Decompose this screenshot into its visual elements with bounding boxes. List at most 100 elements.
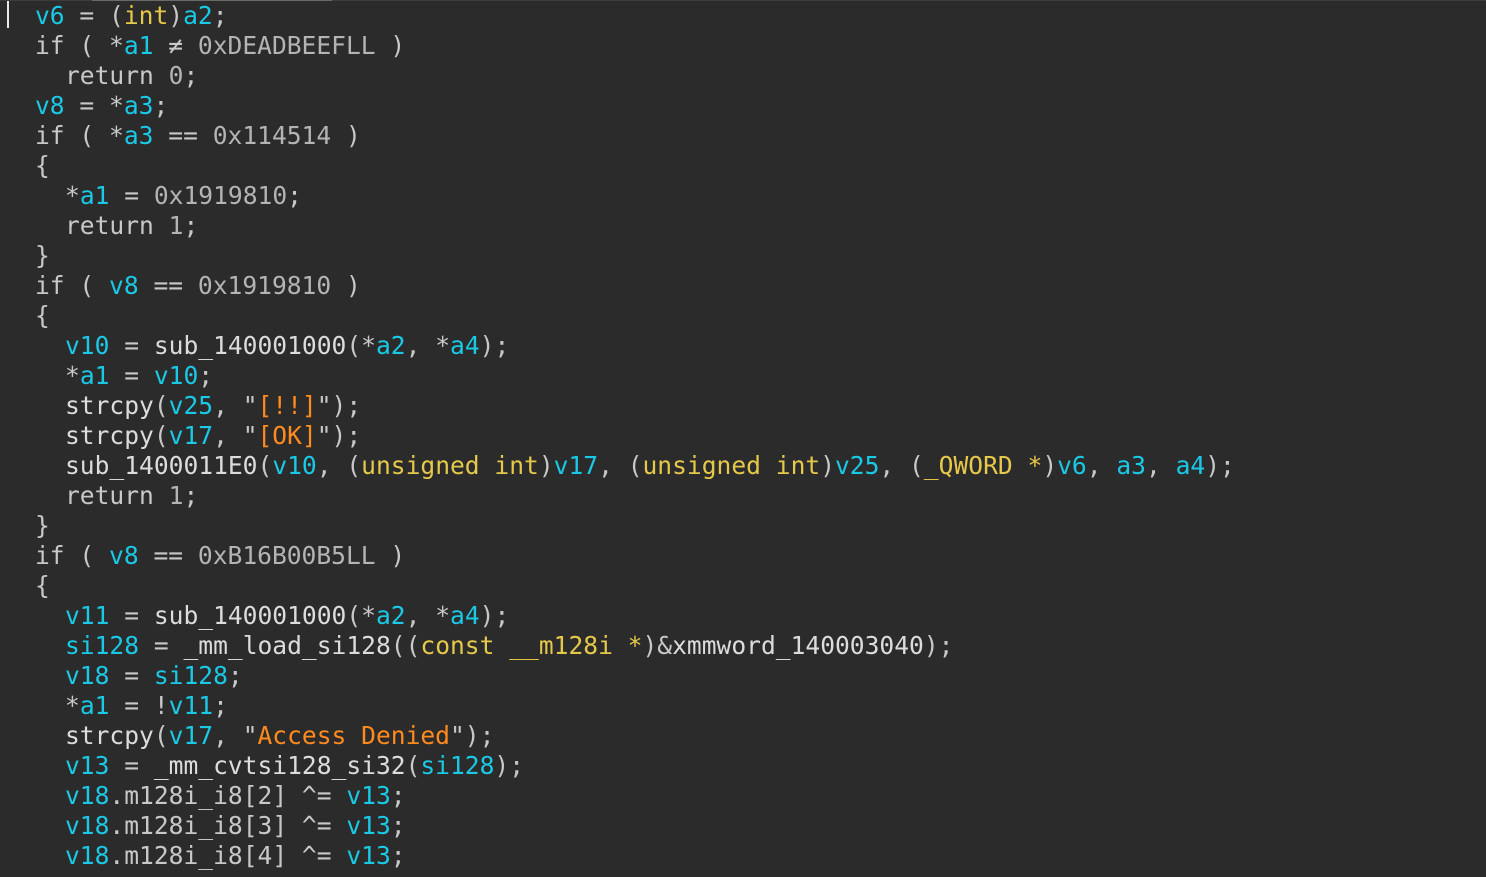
identifier-variable: a1 (123, 31, 154, 60)
code-line[interactable]: if ( *a1 ≠ 0xDEADBEEFLL ) (0, 31, 1235, 61)
punctuation: ( (153, 721, 169, 750)
identifier-function: sub_1400011E0 (65, 451, 258, 480)
punctuation: ; (212, 1, 228, 30)
identifier-variable: v18 (65, 841, 110, 870)
code-line[interactable]: v13 = _mm_cvtsi128_si32(si128); (0, 751, 1235, 781)
punctuation: = (109, 751, 154, 780)
code-line[interactable]: v18.m128i_i8[3] ^= v13; (0, 811, 1235, 841)
code-line[interactable]: *a1 = !v11; (0, 691, 1235, 721)
code-line[interactable]: if ( v8 == 0xB16B00B5LL ) (0, 541, 1235, 571)
punctuation: ) (820, 451, 835, 480)
punctuation: ; (183, 211, 199, 240)
code-line[interactable]: v6 = (int)a2; (0, 1, 1235, 31)
code-line[interactable]: si128 = _mm_load_si128((const __m128i *)… (0, 631, 1235, 661)
pseudocode-editor[interactable]: v6 = (int)a2; if ( *a1 ≠ 0xDEADBEEFLL ) re… (0, 0, 1486, 877)
punctuation: * (65, 181, 80, 210)
identifier-variable: v11 (65, 601, 110, 630)
punctuation: , * (405, 601, 451, 630)
punctuation: ( (153, 421, 169, 450)
keyword: if (35, 541, 65, 570)
identifier-variable: v18 (65, 661, 110, 690)
identifier-variable: v17 (168, 721, 214, 750)
string-literal: [!!] (257, 391, 317, 420)
identifier-function: strcpy (65, 721, 154, 750)
punctuation: ( (64, 271, 110, 300)
code-line[interactable]: v18.m128i_i8[4] ^= v13; (0, 841, 1235, 871)
identifier-function: strcpy (65, 391, 154, 420)
code-view[interactable]: v6 = (int)a2; if ( *a1 ≠ 0xDEADBEEFLL ) re… (0, 1, 1235, 871)
punctuation: ; (390, 781, 406, 810)
code-line[interactable]: v10 = sub_140001000(*a2, *a4); (0, 331, 1235, 361)
type-name: _QWORD * (923, 451, 1043, 480)
punctuation: [2] ^= (242, 781, 347, 810)
punctuation: , " (213, 391, 258, 420)
code-line[interactable]: strcpy(v25, "[!!]"); (0, 391, 1235, 421)
punctuation: ; (287, 181, 302, 210)
code-line[interactable]: return 0; (0, 61, 1235, 91)
identifier-variable: v13 (346, 781, 391, 810)
code-line[interactable]: strcpy(v17, "[OK]"); (0, 421, 1235, 451)
code-line[interactable]: v8 = *a3; (0, 91, 1235, 121)
punctuation: = ! (109, 691, 169, 720)
identifier-variable: a2 (183, 1, 213, 30)
number-literal: 0x1919810 (197, 271, 332, 300)
keyword: return (65, 211, 154, 240)
punctuation: ; (153, 91, 169, 120)
punctuation: ; (183, 61, 199, 90)
code-line[interactable]: } (0, 241, 1235, 271)
punctuation: ) (331, 271, 361, 300)
code-line[interactable]: v11 = sub_140001000(*a2, *a4); (0, 601, 1235, 631)
number-literal: 0 (168, 61, 184, 90)
punctuation: , ( (879, 451, 924, 480)
code-line[interactable]: v18.m128i_i8[2] ^= v13; (0, 781, 1235, 811)
code-line[interactable]: sub_1400011E0(v10, (unsigned int)v17, (u… (0, 451, 1235, 481)
code-line[interactable]: { (0, 571, 1235, 601)
code-line[interactable]: return 1; (0, 481, 1235, 511)
number-literal: 1 (168, 211, 184, 240)
number-literal: 0x1919810 (153, 181, 288, 210)
identifier-variable: a4 (1175, 451, 1206, 480)
punctuation: )& (642, 631, 673, 660)
code-line[interactable]: if ( v8 == 0x1919810 ) (0, 271, 1235, 301)
punctuation: (* (346, 601, 376, 630)
punctuation: . (109, 781, 125, 810)
punctuation: ; (390, 811, 406, 840)
punctuation: . (109, 811, 125, 840)
code-line[interactable]: { (0, 151, 1235, 181)
code-line[interactable]: return 1; (0, 211, 1235, 241)
code-line[interactable]: v18 = si128; (0, 661, 1235, 691)
punctuation: ( (405, 751, 421, 780)
identifier-variable: v10 (153, 361, 199, 390)
punctuation: = (109, 601, 154, 630)
punctuation: ≠ (153, 31, 198, 60)
code-line[interactable]: if ( *a3 == 0x114514 ) (0, 121, 1235, 151)
punctuation: * (65, 361, 80, 390)
identifier-variable: si128 (153, 661, 228, 690)
string-literal: [OK] (257, 421, 317, 450)
punctuation: ( (64, 541, 110, 570)
punctuation: (* (346, 331, 376, 360)
identifier-function: xmmword_140003040 (672, 631, 924, 660)
punctuation: ) (538, 451, 554, 480)
punctuation: ) (1042, 451, 1058, 480)
code-line[interactable]: *a1 = 0x1919810; (0, 181, 1235, 211)
code-line[interactable]: } (0, 511, 1235, 541)
punctuation: ) (168, 1, 184, 30)
identifier-variable: v18 (65, 781, 110, 810)
identifier-variable: v6 (35, 1, 65, 30)
punctuation: . (109, 841, 125, 870)
identifier-variable: v13 (346, 841, 391, 870)
identifier-variable: a2 (375, 601, 406, 630)
punctuation: ) (375, 541, 406, 570)
punctuation: == (153, 121, 213, 150)
identifier-variable: a4 (450, 601, 480, 630)
identifier-variable: v8 (109, 271, 139, 300)
code-line[interactable]: strcpy(v17, "Access Denied"); (0, 721, 1235, 751)
code-line[interactable]: { (0, 301, 1235, 331)
punctuation: } (35, 511, 50, 540)
punctuation: [4] ^= (242, 841, 347, 870)
code-line[interactable]: *a1 = v10; (0, 361, 1235, 391)
punctuation: = (109, 361, 154, 390)
keyword: if (35, 121, 65, 150)
punctuation: ( * (64, 31, 124, 60)
